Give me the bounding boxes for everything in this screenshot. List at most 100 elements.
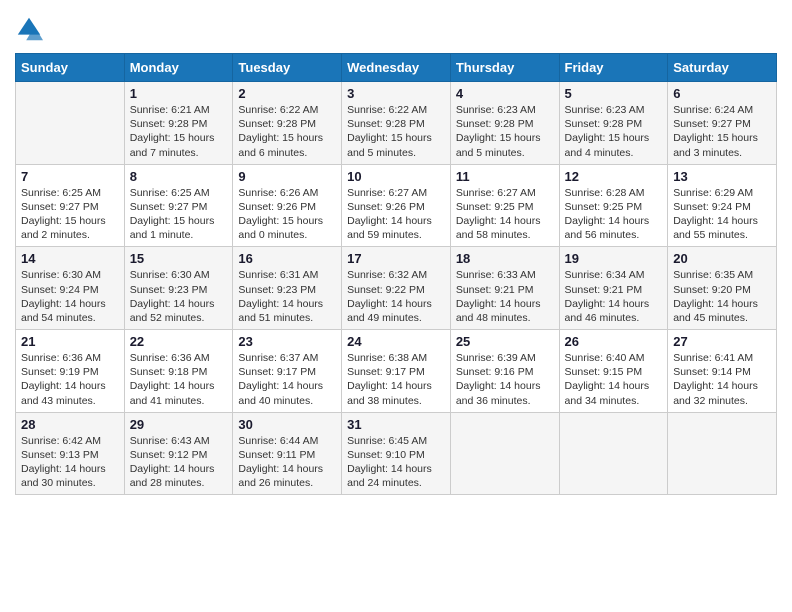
day-info: Sunrise: 6:27 AM Sunset: 9:26 PM Dayligh… xyxy=(347,186,445,243)
day-number: 2 xyxy=(238,86,336,101)
day-number: 20 xyxy=(673,251,771,266)
day-cell: 14Sunrise: 6:30 AM Sunset: 9:24 PM Dayli… xyxy=(16,247,125,330)
day-number: 16 xyxy=(238,251,336,266)
day-cell xyxy=(16,82,125,165)
logo-icon xyxy=(15,15,43,43)
day-info: Sunrise: 6:23 AM Sunset: 9:28 PM Dayligh… xyxy=(456,103,554,160)
day-cell xyxy=(450,412,559,495)
day-number: 9 xyxy=(238,169,336,184)
day-cell: 5 Sunrise: 6:23 AM Sunset: 9:28 PM Daylig… xyxy=(559,82,668,165)
day-number: 3 xyxy=(347,86,445,101)
day-cell xyxy=(668,412,777,495)
day-number: 11 xyxy=(456,169,554,184)
day-info: Sunrise: 6:30 AM Sunset: 9:23 PM Dayligh… xyxy=(130,268,228,325)
day-cell: 10 Sunrise: 6:27 AM Sunset: 9:26 PM Dayli… xyxy=(342,164,451,247)
day-cell: 24 Sunrise: 6:38 AM Sunset: 9:17 PM Dayli… xyxy=(342,330,451,413)
day-cell: 19 Sunrise: 6:34 AM Sunset: 9:21 PM Dayli… xyxy=(559,247,668,330)
day-cell: 3 Sunrise: 6:22 AM Sunset: 9:28 PM Daylig… xyxy=(342,82,451,165)
logo xyxy=(15,15,47,43)
day-cell: 4 Sunrise: 6:23 AM Sunset: 9:28 PM Daylig… xyxy=(450,82,559,165)
day-header-friday: Friday xyxy=(559,54,668,82)
day-info: Sunrise: 6:36 AM Sunset: 9:19 PM Dayligh… xyxy=(21,351,119,408)
day-cell: 26 Sunrise: 6:40 AM Sunset: 9:15 PM Dayli… xyxy=(559,330,668,413)
day-info: Sunrise: 6:40 AM Sunset: 9:15 PM Dayligh… xyxy=(565,351,663,408)
day-number: 28 xyxy=(21,417,119,432)
day-header-tuesday: Tuesday xyxy=(233,54,342,82)
day-info: Sunrise: 6:23 AM Sunset: 9:28 PM Dayligh… xyxy=(565,103,663,160)
day-cell: 16 Sunrise: 6:31 AM Sunset: 9:23 PM Dayli… xyxy=(233,247,342,330)
day-cell: 15 Sunrise: 6:30 AM Sunset: 9:23 PM Dayli… xyxy=(124,247,233,330)
day-header-thursday: Thursday xyxy=(450,54,559,82)
day-number: 12 xyxy=(565,169,663,184)
day-info: Sunrise: 6:39 AM Sunset: 9:16 PM Dayligh… xyxy=(456,351,554,408)
day-number: 4 xyxy=(456,86,554,101)
day-cell: 17Sunrise: 6:32 AM Sunset: 9:22 PM Dayli… xyxy=(342,247,451,330)
day-info: Sunrise: 6:22 AM Sunset: 9:28 PM Dayligh… xyxy=(347,103,445,160)
day-info: Sunrise: 6:29 AM Sunset: 9:24 PM Dayligh… xyxy=(673,186,771,243)
day-cell xyxy=(559,412,668,495)
day-info: Sunrise: 6:22 AM Sunset: 9:28 PM Dayligh… xyxy=(238,103,336,160)
day-number: 14 xyxy=(21,251,119,266)
day-cell: 23 Sunrise: 6:37 AM Sunset: 9:17 PM Dayli… xyxy=(233,330,342,413)
day-header-wednesday: Wednesday xyxy=(342,54,451,82)
week-row-5: 28 Sunrise: 6:42 AM Sunset: 9:13 PM Dayli… xyxy=(16,412,777,495)
day-number: 27 xyxy=(673,334,771,349)
day-info: Sunrise: 6:43 AM Sunset: 9:12 PM Dayligh… xyxy=(130,434,228,491)
day-cell: 8Sunrise: 6:25 AM Sunset: 9:27 PM Daylig… xyxy=(124,164,233,247)
day-number: 6 xyxy=(673,86,771,101)
day-number: 7 xyxy=(21,169,119,184)
week-row-2: 7Sunrise: 6:25 AM Sunset: 9:27 PM Daylig… xyxy=(16,164,777,247)
day-cell: 22 Sunrise: 6:36 AM Sunset: 9:18 PM Dayli… xyxy=(124,330,233,413)
day-number: 1 xyxy=(130,86,228,101)
day-number: 30 xyxy=(238,417,336,432)
week-row-4: 21 Sunrise: 6:36 AM Sunset: 9:19 PM Dayli… xyxy=(16,330,777,413)
day-info: Sunrise: 6:34 AM Sunset: 9:21 PM Dayligh… xyxy=(565,268,663,325)
day-info: Sunrise: 6:45 AM Sunset: 9:10 PM Dayligh… xyxy=(347,434,445,491)
day-cell: 6 Sunrise: 6:24 AM Sunset: 9:27 PM Daylig… xyxy=(668,82,777,165)
day-info: Sunrise: 6:28 AM Sunset: 9:25 PM Dayligh… xyxy=(565,186,663,243)
day-info: Sunrise: 6:32 AM Sunset: 9:22 PM Dayligh… xyxy=(347,268,445,325)
day-number: 22 xyxy=(130,334,228,349)
day-header-monday: Monday xyxy=(124,54,233,82)
day-number: 24 xyxy=(347,334,445,349)
day-cell: 11Sunrise: 6:27 AM Sunset: 9:25 PM Dayli… xyxy=(450,164,559,247)
day-number: 5 xyxy=(565,86,663,101)
day-cell: 30 Sunrise: 6:44 AM Sunset: 9:11 PM Dayli… xyxy=(233,412,342,495)
day-info: Sunrise: 6:44 AM Sunset: 9:11 PM Dayligh… xyxy=(238,434,336,491)
day-cell: 18 Sunrise: 6:33 AM Sunset: 9:21 PM Dayli… xyxy=(450,247,559,330)
day-number: 21 xyxy=(21,334,119,349)
day-info: Sunrise: 6:33 AM Sunset: 9:21 PM Dayligh… xyxy=(456,268,554,325)
day-cell: 27Sunrise: 6:41 AM Sunset: 9:14 PM Dayli… xyxy=(668,330,777,413)
day-info: Sunrise: 6:37 AM Sunset: 9:17 PM Dayligh… xyxy=(238,351,336,408)
day-number: 10 xyxy=(347,169,445,184)
day-number: 29 xyxy=(130,417,228,432)
day-number: 13 xyxy=(673,169,771,184)
day-info: Sunrise: 6:42 AM Sunset: 9:13 PM Dayligh… xyxy=(21,434,119,491)
day-cell: 12 Sunrise: 6:28 AM Sunset: 9:25 PM Dayli… xyxy=(559,164,668,247)
day-number: 19 xyxy=(565,251,663,266)
day-cell: 31 Sunrise: 6:45 AM Sunset: 9:10 PM Dayli… xyxy=(342,412,451,495)
day-info: Sunrise: 6:38 AM Sunset: 9:17 PM Dayligh… xyxy=(347,351,445,408)
day-cell: 7Sunrise: 6:25 AM Sunset: 9:27 PM Daylig… xyxy=(16,164,125,247)
day-number: 31 xyxy=(347,417,445,432)
day-info: Sunrise: 6:35 AM Sunset: 9:20 PM Dayligh… xyxy=(673,268,771,325)
day-number: 23 xyxy=(238,334,336,349)
day-cell: 1Sunrise: 6:21 AM Sunset: 9:28 PM Daylig… xyxy=(124,82,233,165)
day-cell: 20 Sunrise: 6:35 AM Sunset: 9:20 PM Dayli… xyxy=(668,247,777,330)
day-info: Sunrise: 6:36 AM Sunset: 9:18 PM Dayligh… xyxy=(130,351,228,408)
week-row-1: 1Sunrise: 6:21 AM Sunset: 9:28 PM Daylig… xyxy=(16,82,777,165)
week-row-3: 14Sunrise: 6:30 AM Sunset: 9:24 PM Dayli… xyxy=(16,247,777,330)
day-info: Sunrise: 6:24 AM Sunset: 9:27 PM Dayligh… xyxy=(673,103,771,160)
day-number: 25 xyxy=(456,334,554,349)
day-info: Sunrise: 6:31 AM Sunset: 9:23 PM Dayligh… xyxy=(238,268,336,325)
day-number: 15 xyxy=(130,251,228,266)
calendar-header-row: SundayMondayTuesdayWednesdayThursdayFrid… xyxy=(16,54,777,82)
day-cell: 29 Sunrise: 6:43 AM Sunset: 9:12 PM Dayli… xyxy=(124,412,233,495)
calendar-table: SundayMondayTuesdayWednesdayThursdayFrid… xyxy=(15,53,777,495)
day-cell: 2 Sunrise: 6:22 AM Sunset: 9:28 PM Daylig… xyxy=(233,82,342,165)
day-header-sunday: Sunday xyxy=(16,54,125,82)
day-number: 8 xyxy=(130,169,228,184)
day-number: 26 xyxy=(565,334,663,349)
day-number: 18 xyxy=(456,251,554,266)
day-cell: 25 Sunrise: 6:39 AM Sunset: 9:16 PM Dayli… xyxy=(450,330,559,413)
